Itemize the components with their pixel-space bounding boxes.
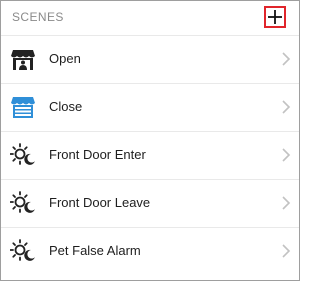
- scenes-header: SCENES: [1, 1, 299, 35]
- storefront-closed-icon: [11, 97, 35, 118]
- chevron-right-icon: [282, 196, 291, 210]
- plus-icon: [268, 10, 282, 24]
- scene-label: Open: [49, 51, 81, 66]
- scene-row-front-door-leave[interactable]: Front Door Leave: [1, 179, 299, 227]
- sun-moon-icon: [10, 143, 35, 165]
- scene-row-open[interactable]: Open: [1, 35, 299, 83]
- scene-row-front-door-enter[interactable]: Front Door Enter: [1, 131, 299, 179]
- scene-label: Close: [49, 99, 83, 114]
- add-scene-button[interactable]: [264, 6, 286, 28]
- scene-label: Front Door Enter: [49, 147, 146, 162]
- chevron-right-icon: [282, 244, 291, 258]
- sun-moon-icon: [10, 191, 35, 213]
- scene-label: Pet False Alarm: [49, 243, 141, 258]
- scene-list: Open Close Front Door Enter Front Door L…: [1, 35, 299, 275]
- scene-label: Front Door Leave: [49, 195, 151, 210]
- chevron-right-icon: [282, 52, 291, 66]
- section-title: SCENES: [12, 10, 64, 24]
- scenes-panel: SCENES Open Close Front Door Enter Front…: [0, 0, 300, 281]
- sun-moon-icon: [10, 239, 35, 261]
- storefront-open-icon: [11, 50, 35, 70]
- scene-row-close[interactable]: Close: [1, 83, 299, 131]
- chevron-right-icon: [282, 148, 291, 162]
- scene-row-pet-false-alarm[interactable]: Pet False Alarm: [1, 227, 299, 275]
- chevron-right-icon: [282, 100, 291, 114]
